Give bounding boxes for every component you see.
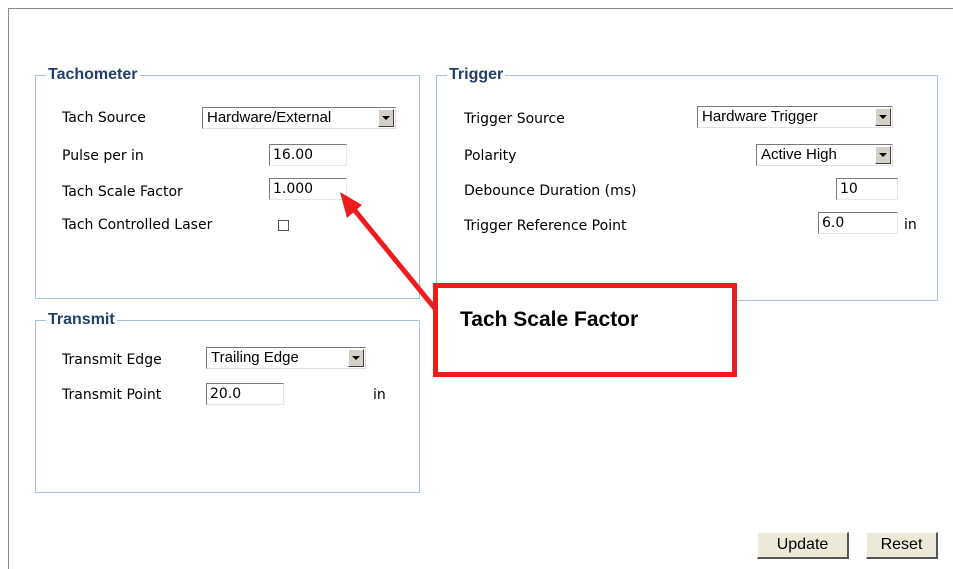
callout-box: Tach Scale Factor: [433, 283, 737, 377]
callout-text: Tach Scale Factor: [460, 308, 639, 331]
